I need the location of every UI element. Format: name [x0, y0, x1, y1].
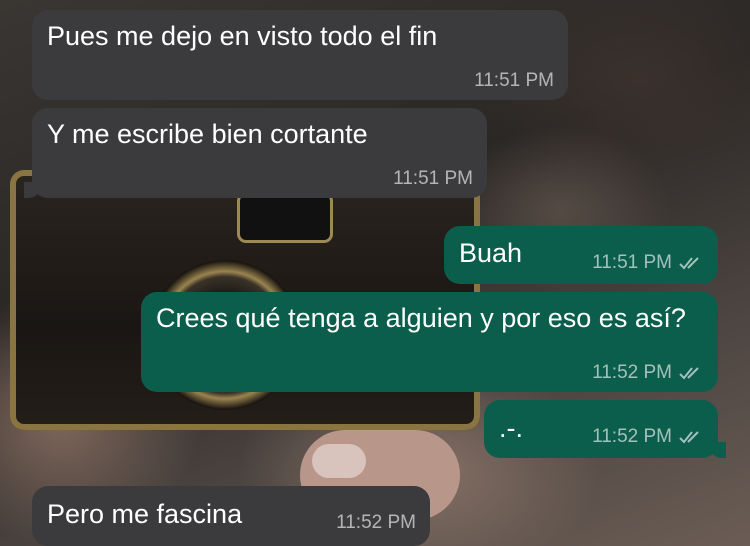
bubble-tail: [708, 442, 726, 458]
message-time: 11:52 PM: [336, 512, 416, 533]
message-meta: 11:51 PM: [393, 168, 473, 190]
message-meta: 11:51 PM: [474, 70, 554, 92]
message-meta: 11:52 PM: [336, 512, 416, 534]
double-check-icon: [679, 367, 699, 380]
double-check-icon: [679, 257, 699, 270]
message-text: .-.: [499, 413, 523, 443]
message-text: Buah: [459, 238, 523, 268]
message-text: Crees qué tenga a alguien y por eso es a…: [156, 303, 686, 333]
message-time: 11:51 PM: [393, 168, 473, 189]
double-check-icon: [679, 431, 699, 444]
message-bubble-incoming[interactable]: Pero me fascina 11:52 PM: [32, 486, 430, 546]
message-text: Pero me fascina: [47, 499, 243, 529]
wallpaper-fingernail: [312, 444, 366, 478]
message-bubble-outgoing[interactable]: .-. 11:52 PM: [484, 400, 726, 458]
message-bubble-outgoing[interactable]: Crees qué tenga a alguien y por eso es a…: [141, 292, 718, 392]
message-time: 11:51 PM: [592, 252, 672, 273]
message-time: 11:52 PM: [592, 426, 672, 447]
message-meta: 11:51 PM: [592, 252, 704, 274]
message-text: Pues me dejo en visto todo el fin: [47, 21, 438, 51]
message-meta: 11:52 PM: [592, 362, 704, 384]
message-time: 11:51 PM: [474, 70, 554, 91]
message-bubble-incoming[interactable]: Y me escribe bien cortante 11:51 PM: [24, 108, 487, 198]
message-bubble-incoming[interactable]: Pues me dejo en visto todo el fin 11:51 …: [32, 10, 568, 100]
message-text: Y me escribe bien cortante: [47, 119, 368, 149]
message-time: 11:52 PM: [592, 362, 672, 383]
message-meta: 11:52 PM: [592, 426, 704, 448]
message-bubble-outgoing[interactable]: Buah 11:51 PM: [444, 226, 718, 284]
wallpaper-camera-window: [240, 195, 330, 240]
chat-screen: Pues me dejo en visto todo el fin 11:51 …: [0, 0, 750, 546]
bubble-tail: [24, 182, 42, 198]
